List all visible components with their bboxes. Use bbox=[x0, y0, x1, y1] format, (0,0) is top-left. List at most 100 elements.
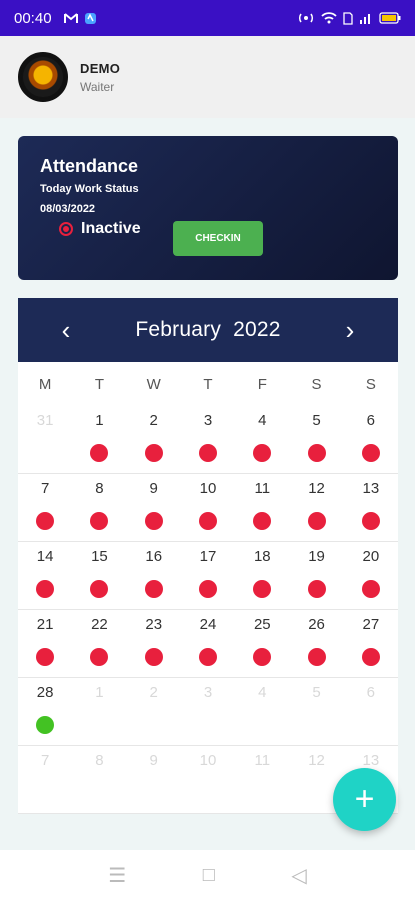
calendar-day[interactable]: 23 bbox=[127, 610, 181, 677]
calendar-day[interactable]: 16 bbox=[127, 542, 181, 609]
day-number: 1 bbox=[95, 684, 104, 701]
calendar-day[interactable]: 27 bbox=[344, 610, 398, 677]
absent-dot-icon bbox=[361, 512, 380, 530]
calendar-day[interactable]: 8 bbox=[72, 746, 126, 813]
calendar-day[interactable]: 21 bbox=[18, 610, 72, 677]
calendar-day[interactable]: 18 bbox=[235, 542, 289, 609]
calendar-week-row: 28 1 2 3 4 5 6 bbox=[18, 678, 398, 746]
day-number: 22 bbox=[91, 616, 108, 633]
absent-dot-icon bbox=[307, 580, 326, 598]
absent-dot-icon bbox=[90, 512, 109, 530]
attendance-subtitle: Today Work Status bbox=[40, 183, 139, 195]
calendar-day[interactable]: 20 bbox=[344, 542, 398, 609]
next-month-icon[interactable]: › bbox=[338, 315, 362, 345]
calendar-day[interactable]: 31 bbox=[18, 406, 72, 473]
absent-dot-icon bbox=[36, 512, 55, 530]
day-number: 3 bbox=[203, 684, 213, 701]
sim-icon bbox=[343, 11, 353, 25]
absent-dot-icon bbox=[198, 648, 217, 666]
calendar-day[interactable]: 4 bbox=[235, 406, 289, 473]
absent-dot-icon bbox=[144, 580, 163, 598]
calendar-day[interactable]: 1 bbox=[72, 406, 126, 473]
calendar-day[interactable]: 3 bbox=[181, 406, 235, 473]
day-number: 14 bbox=[36, 548, 54, 565]
day-number: 24 bbox=[199, 616, 217, 633]
calendar-day[interactable]: 19 bbox=[289, 542, 343, 609]
calendar-week-row: 21 22 23 24 25 26 27 bbox=[18, 610, 398, 678]
day-number: 15 bbox=[91, 548, 108, 565]
day-number: 20 bbox=[362, 548, 380, 565]
calendar: ‹ February 2022 › M T W T F S S 31 1 2 3 4 5 6… bbox=[18, 298, 398, 814]
checkin-button[interactable]: CHECKIN bbox=[173, 221, 263, 256]
calendar-day[interactable]: 10 bbox=[181, 746, 235, 813]
day-number: 1 bbox=[95, 412, 104, 429]
calendar-day[interactable]: 17 bbox=[181, 542, 235, 609]
calendar-day[interactable]: 8 bbox=[72, 474, 126, 541]
present-dot-icon bbox=[36, 716, 55, 734]
avatar[interactable] bbox=[18, 52, 68, 102]
hotspot-icon bbox=[297, 12, 315, 24]
day-number: 28 bbox=[36, 684, 54, 701]
day-number: 4 bbox=[258, 412, 267, 429]
calendar-day[interactable]: 22 bbox=[72, 610, 126, 677]
calendar-day[interactable]: 25 bbox=[235, 610, 289, 677]
weekday-row: M T W T F S S bbox=[18, 362, 398, 406]
calendar-day[interactable]: 9 bbox=[127, 746, 181, 813]
calendar-day[interactable]: 4 bbox=[235, 678, 289, 745]
absent-dot-icon bbox=[361, 444, 380, 462]
profile-role: Waiter bbox=[80, 79, 115, 94]
day-number: 8 bbox=[95, 480, 104, 497]
day-number: 31 bbox=[36, 412, 54, 429]
calendar-day[interactable]: 28 bbox=[18, 678, 72, 745]
menu-icon[interactable]: ☰ bbox=[108, 863, 126, 888]
calendar-day[interactable]: 12 bbox=[289, 474, 343, 541]
calendar-day[interactable]: 5 bbox=[289, 406, 343, 473]
day-number: 3 bbox=[203, 412, 213, 429]
home-icon[interactable]: □ bbox=[203, 864, 215, 887]
calendar-day[interactable]: 1 bbox=[72, 678, 126, 745]
day-number: 4 bbox=[258, 684, 267, 701]
calendar-day[interactable]: 26 bbox=[289, 610, 343, 677]
app-icon bbox=[84, 12, 97, 25]
day-number: 9 bbox=[149, 752, 158, 769]
calendar-day[interactable]: 24 bbox=[181, 610, 235, 677]
prev-month-icon[interactable]: ‹ bbox=[54, 315, 78, 345]
absent-dot-icon bbox=[307, 648, 326, 666]
wifi-icon bbox=[321, 12, 337, 24]
calendar-day[interactable]: 14 bbox=[18, 542, 72, 609]
calendar-day[interactable]: 6 bbox=[344, 678, 398, 745]
calendar-day[interactable]: 9 bbox=[127, 474, 181, 541]
add-button[interactable]: + bbox=[333, 768, 396, 831]
status-text: Inactive bbox=[81, 220, 141, 237]
attendance-date: 08/03/2022 bbox=[40, 203, 96, 215]
status-bar: 00:40 bbox=[0, 0, 415, 36]
day-number: 26 bbox=[308, 616, 325, 633]
absent-dot-icon bbox=[361, 580, 380, 598]
calendar-day[interactable]: 2 bbox=[127, 678, 181, 745]
day-number: 2 bbox=[149, 684, 158, 701]
calendar-day[interactable]: 7 bbox=[18, 746, 72, 813]
back-icon[interactable]: ◁ bbox=[291, 863, 306, 888]
calendar-week-row: 14 15 16 17 18 19 20 bbox=[18, 542, 398, 610]
calendar-day[interactable]: 11 bbox=[235, 474, 289, 541]
absent-dot-icon bbox=[307, 444, 326, 462]
absent-dot-icon bbox=[253, 444, 272, 462]
day-number: 25 bbox=[253, 616, 271, 633]
weekday-label: T bbox=[94, 375, 104, 393]
calendar-day[interactable]: 3 bbox=[181, 678, 235, 745]
day-number: 18 bbox=[253, 548, 271, 565]
day-number: 7 bbox=[40, 752, 50, 769]
calendar-day[interactable]: 7 bbox=[18, 474, 72, 541]
calendar-day[interactable]: 2 bbox=[127, 406, 181, 473]
calendar-day[interactable]: 15 bbox=[72, 542, 126, 609]
day-number: 12 bbox=[308, 752, 325, 769]
calendar-day[interactable]: 6 bbox=[344, 406, 398, 473]
absent-dot-icon bbox=[36, 580, 55, 598]
profile-header: DEMO Waiter bbox=[0, 36, 415, 118]
calendar-day[interactable]: 11 bbox=[235, 746, 289, 813]
calendar-day[interactable]: 13 bbox=[344, 474, 398, 541]
weekday-label: S bbox=[365, 375, 376, 393]
avatar-image bbox=[23, 57, 63, 97]
calendar-day[interactable]: 10 bbox=[181, 474, 235, 541]
calendar-day[interactable]: 5 bbox=[289, 678, 343, 745]
